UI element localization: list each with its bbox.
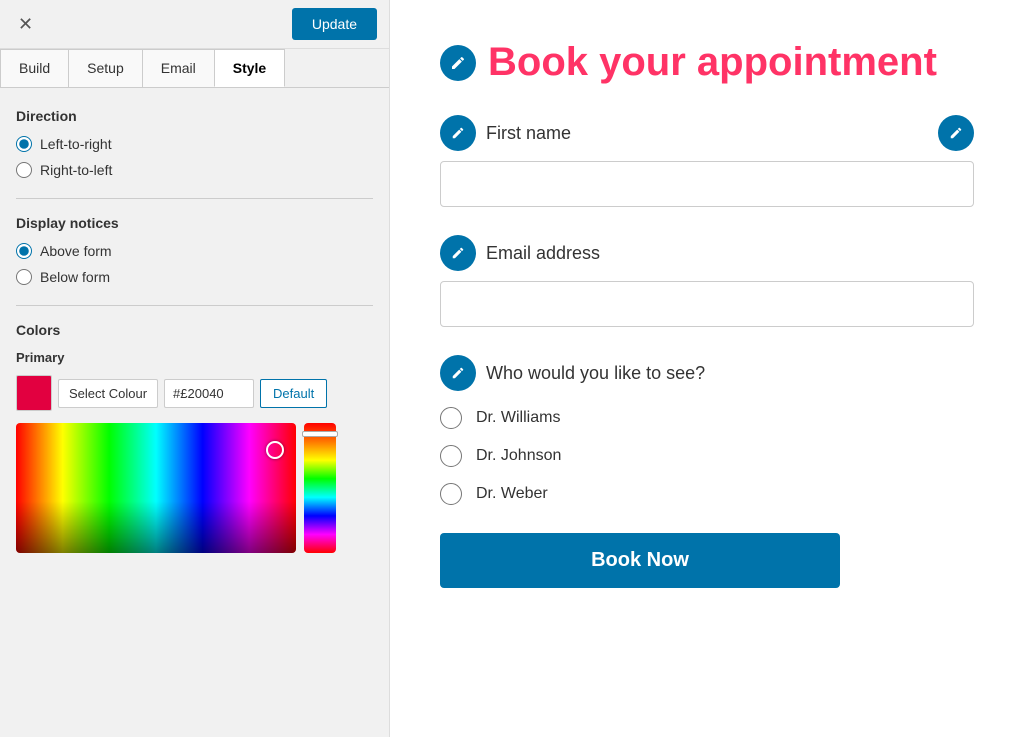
doctor-question-label-row: Who would you like to see? <box>440 355 974 391</box>
divider-2 <box>16 305 373 306</box>
doctor-radio-group: Dr. Williams Dr. Johnson Dr. Weber <box>440 407 974 505</box>
tab-setup[interactable]: Setup <box>68 49 143 87</box>
doctor-label-0: Dr. Williams <box>476 409 560 427</box>
doctor-option-2[interactable]: Dr. Weber <box>440 483 974 505</box>
direction-rtl-radio[interactable] <box>16 162 32 178</box>
left-panel: ✕ Update Build Setup Email Style Directi… <box>0 0 390 737</box>
color-gradient[interactable] <box>16 423 296 553</box>
direction-ltr-option[interactable]: Left-to-right <box>16 136 373 152</box>
hex-input[interactable] <box>164 379 254 408</box>
form-title-row: Book your appointment <box>440 40 974 85</box>
title-edit-icon[interactable] <box>440 45 476 81</box>
pencil-icon-fn-right <box>949 126 963 140</box>
panel-content: Direction Left-to-right Right-to-left Di… <box>0 88 389 737</box>
select-colour-button[interactable]: Select Colour <box>58 379 158 408</box>
notices-below-option[interactable]: Below form <box>16 269 373 285</box>
notices-below-label: Below form <box>40 269 110 285</box>
tab-style[interactable]: Style <box>214 49 285 87</box>
doctor-radio-1[interactable] <box>440 445 462 467</box>
top-bar: ✕ Update <box>0 0 389 49</box>
pencil-icon-fn <box>451 126 465 140</box>
tab-build[interactable]: Build <box>0 49 69 87</box>
email-edit-icon[interactable] <box>440 235 476 271</box>
notices-above-radio[interactable] <box>16 243 32 259</box>
display-notices-radio-group: Above form Below form <box>16 243 373 285</box>
pencil-icon-em <box>451 246 465 260</box>
close-button[interactable]: ✕ <box>12 12 39 37</box>
email-header: Email address <box>440 235 974 271</box>
notices-above-label: Above form <box>40 243 112 259</box>
default-button[interactable]: Default <box>260 379 327 408</box>
direction-radio-group: Left-to-right Right-to-left <box>16 136 373 178</box>
direction-rtl-label: Right-to-left <box>40 162 112 178</box>
direction-rtl-option[interactable]: Right-to-left <box>16 162 373 178</box>
notices-below-radio[interactable] <box>16 269 32 285</box>
doctor-question-label: Who would you like to see? <box>486 363 705 384</box>
email-input[interactable] <box>440 281 974 327</box>
doctor-option-1[interactable]: Dr. Johnson <box>440 445 974 467</box>
hue-slider[interactable] <box>304 423 336 553</box>
right-panel: Book your appointment First name <box>390 0 1024 737</box>
display-notices-title: Display notices <box>16 215 373 231</box>
doctor-option-0[interactable]: Dr. Williams <box>440 407 974 429</box>
first-name-edit-icon[interactable] <box>440 115 476 151</box>
tabs-bar: Build Setup Email Style <box>0 49 389 88</box>
first-name-label: First name <box>486 123 571 144</box>
direction-ltr-radio[interactable] <box>16 136 32 152</box>
email-label-row: Email address <box>440 235 600 271</box>
colors-title: Colors <box>16 322 373 338</box>
notices-above-option[interactable]: Above form <box>16 243 373 259</box>
form-main-title: Book your appointment <box>488 40 937 85</box>
direction-ltr-label: Left-to-right <box>40 136 112 152</box>
hue-handle[interactable] <box>302 431 338 437</box>
doctor-label-2: Dr. Weber <box>476 485 548 503</box>
first-name-label-row: First name <box>440 115 571 151</box>
direction-title: Direction <box>16 108 373 124</box>
email-label: Email address <box>486 243 600 264</box>
doctor-radio-2[interactable] <box>440 483 462 505</box>
color-controls: Select Colour Default <box>16 375 373 411</box>
pencil-icon-dq <box>451 366 465 380</box>
doctor-question-section: Who would you like to see? Dr. Williams … <box>440 355 974 505</box>
first-name-field-edit-icon[interactable] <box>938 115 974 151</box>
colors-section: Colors Primary Select Colour Default <box>16 322 373 553</box>
email-field: Email address <box>440 235 974 327</box>
doctor-label-1: Dr. Johnson <box>476 447 561 465</box>
first-name-header: First name <box>440 115 974 151</box>
divider-1 <box>16 198 373 199</box>
color-picker-container <box>16 423 373 553</box>
first-name-input[interactable] <box>440 161 974 207</box>
primary-label: Primary <box>16 350 373 365</box>
pencil-icon-svg <box>450 55 466 71</box>
doctor-question-edit-icon[interactable] <box>440 355 476 391</box>
update-button[interactable]: Update <box>292 8 377 40</box>
gradient-handle[interactable] <box>266 441 284 459</box>
first-name-field: First name <box>440 115 974 207</box>
doctor-radio-0[interactable] <box>440 407 462 429</box>
tab-email[interactable]: Email <box>142 49 215 87</box>
book-now-button[interactable]: Book Now <box>440 533 840 588</box>
color-swatch[interactable] <box>16 375 52 411</box>
